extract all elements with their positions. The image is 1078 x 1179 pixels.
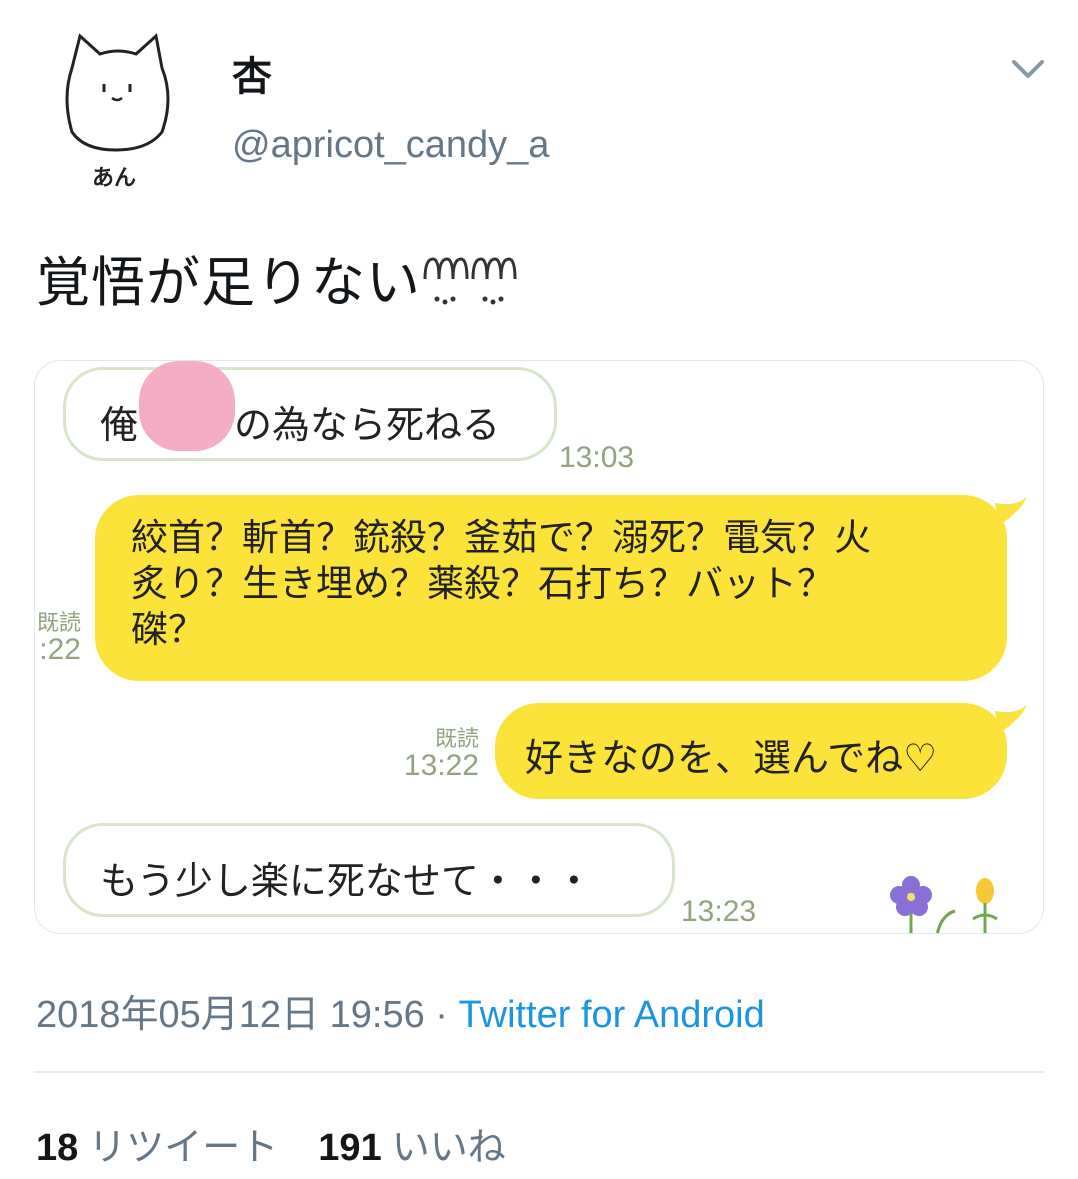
tweet-text-body: 覚悟が足りない bbox=[36, 251, 421, 314]
weary-face-emoji-icon bbox=[469, 249, 517, 309]
avatar[interactable]: あん bbox=[58, 28, 178, 191]
tweet-text: 覚悟が足りない bbox=[36, 238, 517, 317]
message-line: 磔？ bbox=[131, 608, 205, 651]
divider bbox=[34, 1071, 1044, 1073]
meta-separator: · bbox=[424, 994, 459, 1036]
read-receipt: 既読 13:22 bbox=[387, 727, 479, 782]
avatar-caption: あん bbox=[92, 166, 137, 191]
message-time: 13:22 bbox=[403, 749, 479, 783]
chat-bubble-sent: 絞首？斬首？銃殺？釜茹で？溺死？電気？火 炙り？生き埋め？薬殺？石打ち？バット？… bbox=[95, 495, 1007, 681]
message-text: 俺 bbox=[100, 403, 139, 447]
censor-blot bbox=[139, 361, 235, 451]
chat-bubble-received: 俺 の為なら死ねる bbox=[63, 367, 557, 461]
display-name[interactable]: 杏 bbox=[232, 44, 272, 102]
bubble-tail bbox=[995, 497, 1027, 525]
chevron-down-icon[interactable] bbox=[1010, 58, 1046, 82]
read-receipt: 既読 :22 bbox=[35, 611, 81, 666]
message-time: 13:03 bbox=[559, 441, 635, 474]
attached-image[interactable]: 俺 の為なら死ねる 13:03 既読 :22 絞首？斬首？銃殺？釜茹で？溺死？電気… bbox=[34, 360, 1044, 934]
message-line: 炙り？生き埋め？薬殺？石打ち？バット？ bbox=[131, 562, 834, 605]
tweet-meta: 2018年05月12日 19:56 · Twitter for Android bbox=[36, 983, 765, 1038]
flower-decoration-icon bbox=[890, 876, 998, 933]
message-text: 好きなのを、選んでね♡ bbox=[525, 736, 938, 780]
read-label: 既読 bbox=[434, 726, 479, 751]
user-handle[interactable]: @apricot_candy_a bbox=[232, 124, 549, 167]
retweet-count: 18 bbox=[36, 1127, 79, 1169]
chat-bubble-sent: 好きなのを、選んでね♡ bbox=[495, 703, 1007, 799]
retweet-label: リツイート bbox=[88, 1127, 279, 1169]
weary-face-emoji-icon bbox=[421, 249, 469, 309]
likes-stat[interactable]: 191 いいね bbox=[318, 1127, 505, 1169]
message-line: 絞首？斬首？銃殺？釜茹で？溺死？電気？火 bbox=[131, 516, 871, 559]
retweets-stat[interactable]: 18 リツイート bbox=[36, 1127, 278, 1169]
tweet-source-link[interactable]: Twitter for Android bbox=[459, 994, 765, 1036]
message-time: :22 bbox=[39, 633, 81, 667]
message-text: の為なら死ねる bbox=[234, 403, 501, 447]
read-label: 既読 bbox=[36, 610, 81, 635]
message-time: 13:23 bbox=[681, 895, 757, 928]
bubble-tail bbox=[995, 705, 1027, 733]
chat-bubble-received: もう少し楽に死なせて・・・ bbox=[63, 823, 675, 917]
tweet-date: 2018年05月12日 19:56 bbox=[36, 994, 425, 1036]
like-count: 191 bbox=[318, 1127, 382, 1169]
like-label: いいね bbox=[391, 1127, 506, 1169]
message-text: もう少し楽に死なせて・・・ bbox=[100, 859, 593, 903]
tweet-stats: 18 リツイート 191 いいね bbox=[36, 1116, 506, 1171]
